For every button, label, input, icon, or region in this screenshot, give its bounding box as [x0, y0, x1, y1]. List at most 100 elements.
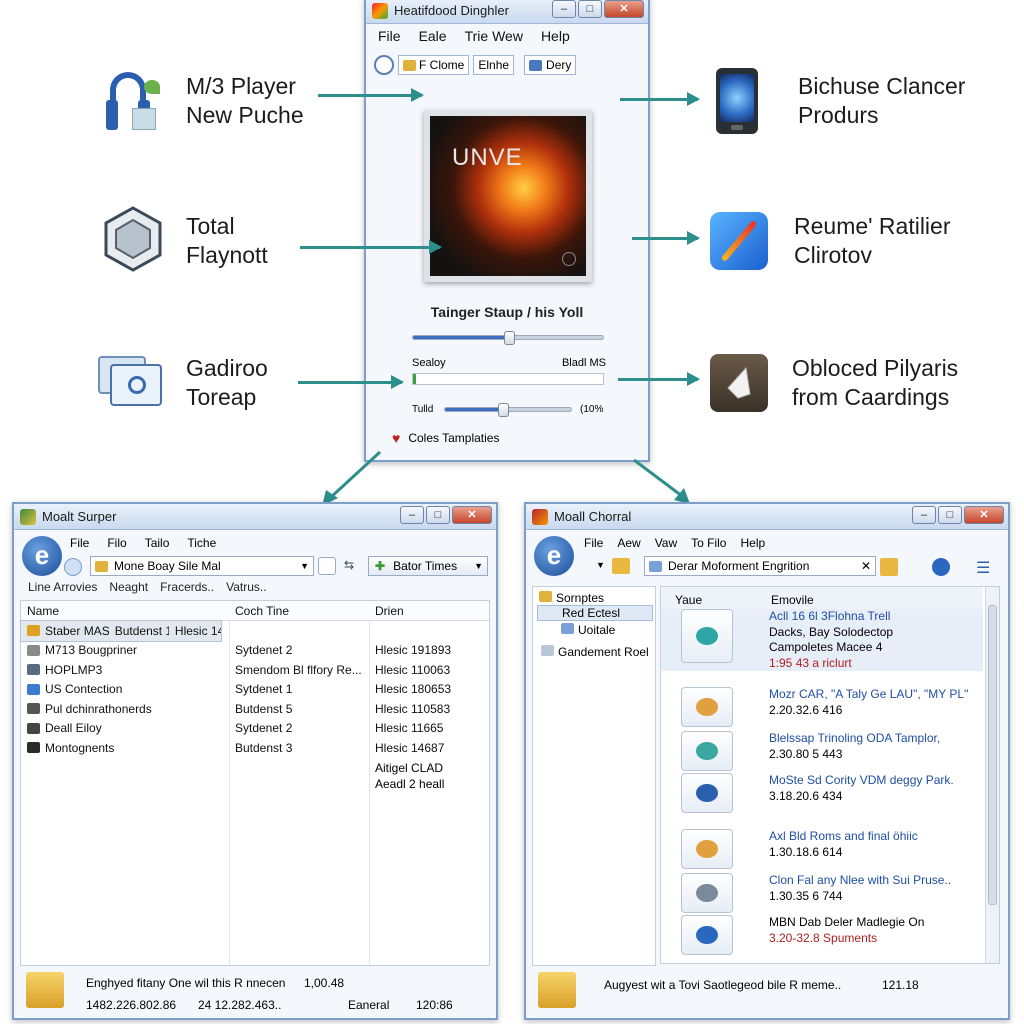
clear-icon[interactable]: ✕: [861, 559, 871, 573]
menu-edit[interactable]: Eale: [419, 28, 447, 44]
player-titlebar[interactable]: Heatifdood Dinghler – □ ✕: [366, 0, 648, 24]
toolbar-neaght[interactable]: Neaght: [109, 580, 148, 594]
arrow-bichuse: [620, 92, 700, 106]
dery-button[interactable]: Dery: [524, 55, 577, 75]
message-entry[interactable]: Axl Bld Roms and final öhiic 1.30.18.6 61…: [681, 829, 918, 869]
message-entry[interactable]: MoSte Sd Cority VDM deggy Park. 3.18.20.6…: [681, 773, 954, 813]
feature-obloced-line1: Obloced Pilyaris: [792, 355, 959, 381]
toolbar-line-arrovies[interactable]: Line Arrovies: [28, 580, 97, 594]
action-button[interactable]: ✚ Bator Times ▼: [368, 556, 488, 576]
sidebar-label: Sornptes: [556, 591, 605, 605]
arrow-to-right-window: [633, 458, 683, 498]
maximize-button[interactable]: □: [578, 0, 602, 18]
message-text: Blelssap Trinoling ODA Tamplor, 2.30.80 5…: [769, 731, 940, 771]
bookmark-icon[interactable]: [880, 558, 898, 576]
message-entry[interactable]: Mozr CAR, "A Taly Ge LAU", "MY PL" 2.20.3…: [681, 687, 968, 727]
forward-icon[interactable]: [64, 558, 82, 576]
menu-vaw[interactable]: Vaw: [655, 536, 677, 550]
menu-tiche[interactable]: Tiche: [187, 536, 216, 550]
menu-file[interactable]: File: [70, 536, 89, 550]
right-titlebar[interactable]: Moall Chorral – □ ✕: [526, 504, 1008, 530]
cell-date: Hlesic 191893: [375, 643, 452, 658]
seek-slider[interactable]: [412, 331, 604, 345]
message-entry[interactable]: Clon Fal any Nlee with Sui Pruse.. 1.30.3…: [681, 873, 951, 913]
file-icon: [27, 722, 40, 734]
window-title: Heatifdood Dinghler: [394, 3, 509, 18]
menu-to-filo[interactable]: To Filo: [691, 536, 726, 550]
volume-slider[interactable]: [444, 403, 572, 417]
player-menubar: File Eale Trie Wew Help: [366, 24, 648, 48]
maximize-button[interactable]: □: [426, 506, 450, 524]
menu-lines-icon[interactable]: ☰: [976, 558, 990, 578]
sidebar-item-uoitale[interactable]: Uoitale: [561, 623, 615, 637]
close-button[interactable]: ✕: [452, 506, 492, 524]
minimize-button[interactable]: –: [400, 506, 424, 524]
header-name[interactable]: Name: [21, 604, 229, 618]
menu-file[interactable]: File: [584, 536, 603, 550]
file-name: US Contection: [45, 682, 123, 697]
toolbar-fracerds[interactable]: Fracerds..: [160, 580, 214, 594]
right-address-bar[interactable]: Derar Moforment Engrition ✕: [644, 556, 876, 576]
maximize-button[interactable]: □: [938, 506, 962, 524]
table-row[interactable]: Deall Eiloy Sytdenet 2 Hlesic 11665: [21, 719, 489, 739]
sort-icon[interactable]: ⇆: [344, 558, 354, 572]
menu-help[interactable]: Help: [541, 28, 570, 44]
refresh-icon[interactable]: [318, 557, 336, 575]
sidebar-label: Red Ectesl: [562, 606, 621, 620]
level-meter: [412, 373, 604, 385]
minimize-button[interactable]: –: [912, 506, 936, 524]
sidebar-item-sornptes[interactable]: Sornptes: [539, 591, 604, 605]
cell-time: Sytdenet 1: [235, 682, 293, 697]
scrollbar-thumb[interactable]: [988, 605, 997, 905]
table-row[interactable]: HOPLMP3 Smendom Bl flfory Re... Hlesic 110…: [21, 660, 489, 680]
menu-help[interactable]: Help: [740, 536, 765, 550]
table-row[interactable]: Montognents Butdenst 3 Hlesic 14687: [21, 738, 489, 758]
message-entry[interactable]: Blelssap Trinoling ODA Tamplor, 2.30.80 5…: [681, 731, 940, 771]
cell-date: Hlesic 14065: [174, 623, 222, 638]
message-thumbnail: [681, 873, 733, 913]
header-date[interactable]: Drien: [369, 604, 489, 618]
message-text: Clon Fal any Nlee with Sui Pruse.. 1.30.3…: [769, 873, 951, 913]
table-row[interactable]: Pul dchinrathonerds Butdenst 5 Hlesic 1105…: [21, 699, 489, 719]
minimize-button[interactable]: –: [552, 0, 576, 18]
folder-button-icon[interactable]: [612, 558, 630, 574]
file-name: Montognents: [45, 740, 115, 755]
message-entry[interactable]: Acll 16 6l 3Flohna Trell Dacks, Bay Solod…: [661, 609, 983, 671]
volume-thumb[interactable]: [497, 403, 509, 417]
message-line: MBN Dab Deler Madlegie On: [769, 915, 925, 929]
folder-status-icon: [538, 972, 576, 1008]
message-icon: [696, 926, 718, 944]
feature-mp3-line1: M/3 Player: [186, 73, 296, 99]
vertical-scrollbar[interactable]: [985, 587, 999, 963]
left-titlebar[interactable]: Moalt Surper – □ ✕: [14, 504, 496, 530]
menu-file[interactable]: File: [378, 28, 401, 44]
message-icon: [696, 698, 718, 716]
table-row[interactable]: Staber MAS 2 Butdenst 1 Hlesic 14065: [20, 620, 222, 642]
left-address-dropdown[interactable]: Mone Boay Sile Mal ▼: [90, 556, 314, 576]
right-back-button[interactable]: e: [534, 536, 574, 576]
back-arrow-icon: e: [34, 540, 50, 570]
tab-elnhe[interactable]: Elnhe: [473, 55, 515, 75]
menu-aew[interactable]: Aew: [617, 536, 640, 550]
menu-view[interactable]: Trie Wew: [465, 28, 523, 44]
close-button[interactable]: ✕: [964, 506, 1004, 524]
message-icon: [696, 840, 718, 858]
seek-thumb[interactable]: [504, 331, 515, 345]
tab-clome[interactable]: F Clome: [398, 55, 470, 75]
globe-icon[interactable]: [374, 55, 394, 75]
message-entry[interactable]: MBN Dab Deler Madlegie On 3.20-32.8 Spume…: [681, 915, 924, 955]
table-row[interactable]: M713 Bougpriner Sytdenet 2 Hlesic 191893: [21, 641, 489, 661]
feature-gadiroo: Gadiroo Toreap: [186, 354, 268, 412]
toolbar-vatrus[interactable]: Vatrus..: [226, 580, 266, 594]
close-button[interactable]: ✕: [604, 0, 644, 18]
player-footer[interactable]: ♥ Coles Tamplaties: [392, 430, 499, 446]
menu-filo[interactable]: Filo: [107, 536, 126, 550]
sidebar-item-gandement[interactable]: Gandement Roel: [541, 645, 649, 659]
sidebar-item-red-ectesl[interactable]: Red Ectesl: [537, 605, 653, 621]
menu-tailo[interactable]: Tailo: [145, 536, 170, 550]
globe-icon[interactable]: [932, 558, 950, 576]
left-back-button[interactable]: e: [22, 536, 62, 576]
header-time[interactable]: Coch Tine: [229, 604, 369, 618]
dropdown-icon[interactable]: ▼: [596, 560, 605, 570]
table-row[interactable]: US Contection Sytdenet 1 Hlesic 180653: [21, 680, 489, 700]
